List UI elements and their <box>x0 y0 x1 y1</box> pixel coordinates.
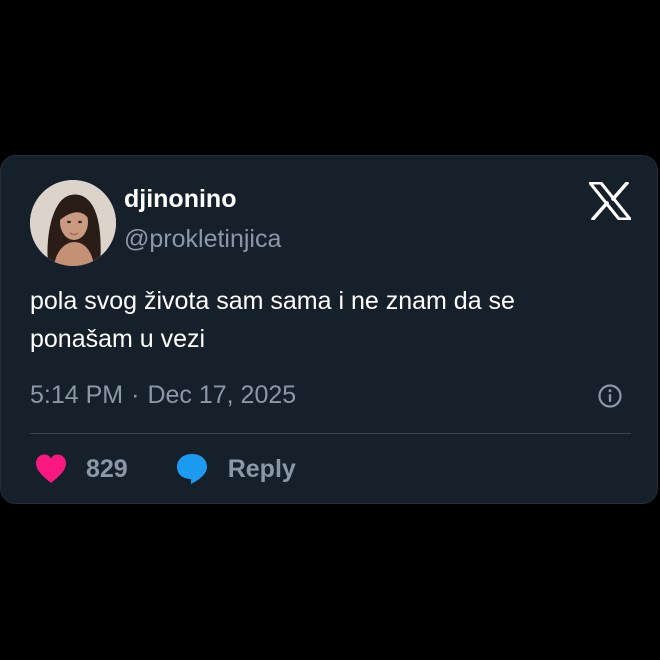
reply-button[interactable]: Reply <box>175 452 296 486</box>
avatar-photo <box>30 180 116 266</box>
tweet-date: Dec 17, 2025 <box>147 381 297 409</box>
x-logo-icon[interactable] <box>589 182 631 220</box>
timestamp-separator: · <box>131 381 140 409</box>
divider <box>30 433 631 434</box>
heart-icon <box>36 454 66 483</box>
tweet-card: djinonino @prokletinjica pola svog život… <box>0 155 658 504</box>
like-button[interactable]: 829 <box>34 453 128 485</box>
tweet-text: pola svog života sam sama i ne znam da s… <box>30 282 630 358</box>
tweet-time: 5:14 PM <box>30 381 124 409</box>
reply-label: Reply <box>227 454 296 483</box>
tweet-timestamp[interactable]: 5:14 PM · Dec 17, 2025 <box>30 380 296 410</box>
tweet-text-line: ponašam u vezi <box>30 325 206 353</box>
tweet-actions: 829 Reply <box>34 452 296 486</box>
tweet-text-line: pola svog života sam sama i ne znam da s… <box>30 287 515 315</box>
author-display-name[interactable]: djinonino <box>124 184 236 214</box>
speech-bubble-icon <box>176 454 207 484</box>
avatar[interactable] <box>30 180 116 266</box>
author-handle[interactable]: @prokletinjica <box>124 224 281 254</box>
like-count: 829 <box>86 454 128 483</box>
info-icon[interactable] <box>597 383 623 409</box>
